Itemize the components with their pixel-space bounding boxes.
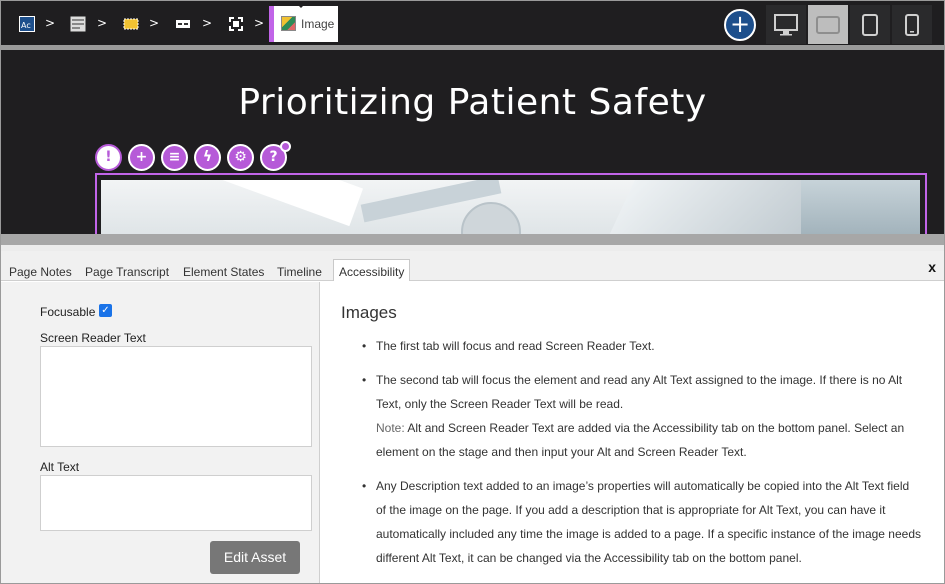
panel-resize-handle[interactable] bbox=[1, 234, 944, 245]
help-item-text: The second tab will focus the element an… bbox=[376, 373, 903, 411]
tablet-portrait-view-button[interactable] bbox=[850, 5, 890, 44]
editor-window: Ac > > > > > Image + Prioritizing Patien… bbox=[0, 0, 945, 584]
focusable-checkbox[interactable]: ✓ bbox=[99, 304, 112, 317]
course-icon[interactable]: Ac bbox=[19, 16, 35, 32]
tab-page-transcript[interactable]: Page Transcript bbox=[85, 265, 169, 279]
accessibility-help: Images • The first tab will focus and re… bbox=[321, 282, 944, 583]
help-list: • The first tab will focus and read Scre… bbox=[362, 334, 921, 580]
list-item: • The first tab will focus and read Scre… bbox=[362, 334, 921, 358]
page-icon[interactable] bbox=[70, 16, 86, 32]
tab-timeline[interactable]: Timeline bbox=[277, 265, 322, 279]
tab-accessibility[interactable]: Accessibility bbox=[333, 259, 411, 281]
stage: Prioritizing Patient Safety ! + ≡ ϟ ⚙ ? bbox=[1, 50, 944, 235]
settings-tool-button[interactable]: ⚙ bbox=[227, 144, 254, 171]
tool-indicator-dot bbox=[280, 141, 291, 152]
container-icon[interactable] bbox=[228, 16, 244, 32]
screen-reader-text-label: Screen Reader Text bbox=[40, 331, 146, 345]
breadcrumb-image-label: Image bbox=[301, 17, 335, 31]
tab-element-states[interactable]: Element States bbox=[183, 265, 264, 279]
alt-text-label: Alt Text bbox=[40, 460, 80, 474]
hospital-ceiling-image[interactable] bbox=[101, 180, 920, 235]
note-label: Note: bbox=[376, 421, 405, 435]
desktop-icon bbox=[774, 13, 798, 35]
tablet-landscape-view-button[interactable] bbox=[808, 5, 848, 44]
focusable-label: Focusable bbox=[40, 305, 96, 319]
top-toolbar: Ac > > > > > Image + bbox=[1, 1, 944, 47]
phone-view-button[interactable] bbox=[892, 5, 932, 44]
breadcrumb-separator: > bbox=[149, 16, 160, 30]
tab-page-notes[interactable]: Page Notes bbox=[9, 265, 72, 279]
help-item-text: Any Description text added to an image’s… bbox=[376, 479, 921, 565]
screen-reader-text-field[interactable] bbox=[40, 346, 312, 447]
bullet: • bbox=[362, 373, 367, 387]
breadcrumb-separator: > bbox=[202, 16, 213, 30]
breadcrumb-separator: > bbox=[45, 16, 56, 30]
add-element-button[interactable]: + bbox=[724, 9, 756, 41]
actions-tool-button[interactable]: ϟ bbox=[194, 144, 221, 171]
tablet-landscape-icon bbox=[816, 15, 840, 34]
accessibility-tool-button[interactable]: ! bbox=[95, 144, 122, 171]
page-title[interactable]: Prioritizing Patient Safety bbox=[1, 82, 944, 123]
row-icon[interactable] bbox=[175, 16, 191, 32]
alt-text-field[interactable] bbox=[40, 475, 312, 531]
list-item: • The second tab will focus the element … bbox=[362, 368, 921, 464]
bullet: • bbox=[362, 479, 367, 493]
breadcrumb-image[interactable]: Image bbox=[269, 6, 338, 42]
tablet-portrait-icon bbox=[862, 13, 878, 36]
breadcrumb-separator: > bbox=[254, 16, 265, 30]
close-panel-button[interactable]: x bbox=[928, 259, 936, 275]
help-title: Images bbox=[341, 303, 397, 322]
breadcrumb-separator: > bbox=[97, 16, 108, 30]
list-item: • Any Description text added to an image… bbox=[362, 474, 921, 570]
properties-tool-button[interactable]: ≡ bbox=[161, 144, 188, 171]
panel-tabs: Page Notes Page Transcript Element State… bbox=[1, 251, 944, 281]
image-icon bbox=[281, 16, 296, 31]
phone-icon bbox=[905, 13, 919, 36]
section-icon[interactable] bbox=[123, 16, 139, 32]
edit-asset-button[interactable]: Edit Asset bbox=[210, 541, 300, 574]
help-item-text: The first tab will focus and read Screen… bbox=[376, 339, 655, 353]
desktop-view-button[interactable] bbox=[766, 5, 806, 44]
svg-text:Ac: Ac bbox=[21, 21, 31, 30]
add-tool-button[interactable]: + bbox=[128, 144, 155, 171]
accessibility-settings: Focusable ✓ Screen Reader Text Alt Text … bbox=[1, 282, 320, 583]
breadcrumb-pointer bbox=[293, 1, 309, 8]
note-text: Alt and Screen Reader Text are added via… bbox=[376, 421, 905, 459]
bullet: • bbox=[362, 339, 367, 353]
